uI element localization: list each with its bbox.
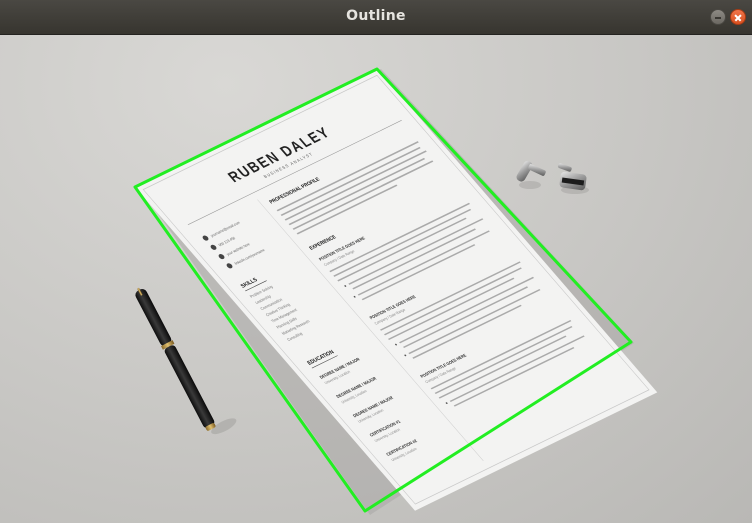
title-bar[interactable]: Outline — [0, 0, 752, 35]
pen-barrel — [164, 345, 215, 428]
photo-scene: RUBEN DALEY BUSINESS ANALYST yourname@em… — [133, 67, 658, 515]
pen-cap — [135, 288, 172, 346]
cufflink-right — [557, 163, 589, 194]
app-window: Outline RUBEN DALEY BUSINESS ANALYST you… — [0, 0, 752, 523]
window-title: Outline — [346, 8, 406, 24]
minimize-icon[interactable] — [710, 9, 726, 25]
image-canvas: RUBEN DALEY BUSINESS ANALYST yourname@em… — [0, 35, 752, 523]
close-icon[interactable] — [730, 9, 746, 25]
cufflink-left — [516, 160, 546, 189]
